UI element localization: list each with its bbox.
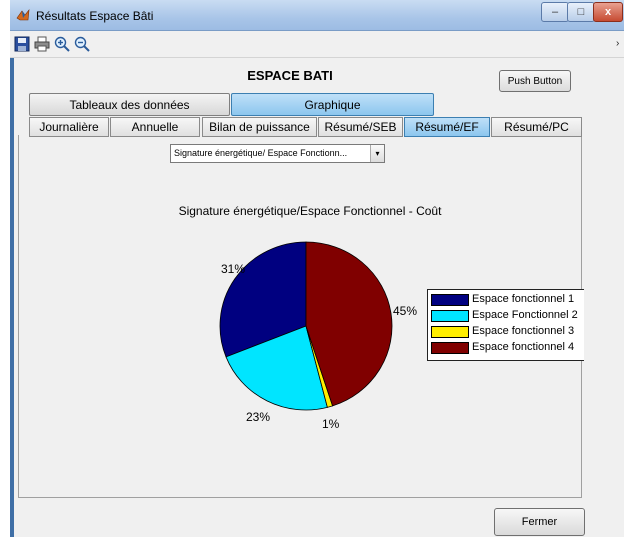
window-title: Résultats Espace Bâti [36,9,154,23]
print-icon[interactable] [34,36,50,52]
legend-entry: Espace fonctionnel 3 [431,325,584,338]
tab-tableaux-des-donnees[interactable]: Tableaux des données [29,93,230,116]
toolbar-overflow-icon[interactable]: › [616,38,619,49]
legend-label: Espace Fonctionnel 2 [472,309,578,321]
legend-label: Espace fonctionnel 3 [472,325,575,337]
toolbar: › [10,31,624,58]
legend-label: Espace fonctionnel 4 [472,341,575,353]
pie-percent-label: 31% [221,262,246,276]
legend-swatch [431,294,469,306]
minimize-button[interactable]: – [541,2,569,22]
legend-entry: Espace fonctionnel 1 [431,293,584,306]
legend-swatch [431,326,469,338]
chart-title: Signature énergétique/Espace Fonctionnel… [178,204,442,218]
minimize-icon: – [551,6,559,18]
push-button[interactable]: Push Button [499,70,571,92]
pie-percent-label: 1% [322,417,340,431]
dropdown-selected-value: Signature énergétique/ Espace Fonctionn.… [174,148,348,158]
tab-resume-seb[interactable]: Résumé/SEB [318,117,403,137]
tab-graphique[interactable]: Graphique [231,93,434,116]
close-window-button[interactable]: x [593,2,623,22]
title-bar[interactable]: Résultats Espace Bâti – □ x [10,0,624,31]
fermer-button[interactable]: Fermer [494,508,585,536]
matlab-icon [16,9,30,21]
maximize-icon: □ [577,6,585,18]
legend-label: Espace fonctionnel 1 [472,293,575,305]
chart-selector-dropdown[interactable]: Signature énergétique/ Espace Fonctionn.… [170,144,385,163]
chevron-down-icon[interactable]: ▾ [370,145,384,162]
tab-resume-ef[interactable]: Résumé/EF [404,117,490,137]
pie-percent-label: 45% [393,304,418,318]
legend-entry: Espace fonctionnel 4 [431,341,584,354]
chart-legend: Espace fonctionnel 1 Espace Fonctionnel 2… [427,289,584,361]
pie-percent-label: 23% [246,410,271,424]
zoom-out-icon[interactable] [74,36,90,52]
tab-journaliere[interactable]: Journalière [29,117,109,137]
legend-entry: Espace Fonctionnel 2 [431,309,584,322]
legend-swatch [431,310,469,322]
legend-swatch [431,342,469,354]
page-title: ESPACE BATI [247,68,333,83]
tab-annuelle[interactable]: Annuelle [110,117,200,137]
save-icon[interactable] [14,36,30,52]
maximize-button[interactable]: □ [567,2,595,22]
tab-resume-pc[interactable]: Résumé/PC [491,117,582,137]
zoom-in-icon[interactable] [54,36,70,52]
tab-bilan-de-puissance[interactable]: Bilan de puissance [202,117,317,137]
close-icon: x [604,6,612,18]
